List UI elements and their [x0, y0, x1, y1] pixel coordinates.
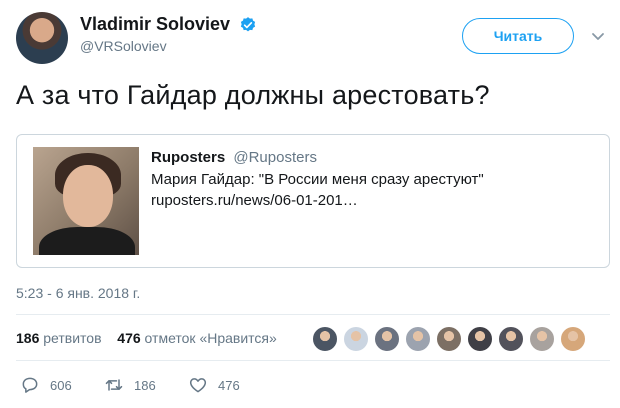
likes-label[interactable]: отметок «Нравится»: [145, 330, 277, 346]
reply-action[interactable]: 606: [20, 375, 72, 395]
quoted-tweet-image[interactable]: [33, 147, 139, 255]
liker-avatar[interactable]: [560, 326, 586, 352]
verified-badge-icon: [240, 16, 255, 31]
quoted-author-name[interactable]: Ruposters: [151, 149, 225, 166]
chevron-down-icon[interactable]: [590, 28, 606, 44]
like-action[interactable]: 476: [188, 375, 240, 395]
heart-icon[interactable]: [188, 375, 208, 395]
divider: [16, 314, 610, 315]
retweets-count[interactable]: 186: [16, 330, 39, 346]
divider: [16, 360, 610, 361]
retweet-count: 186: [134, 377, 156, 393]
author-display-name[interactable]: Vladimir Soloviev: [80, 14, 230, 35]
liker-avatar[interactable]: [343, 326, 369, 352]
follow-button[interactable]: Читать: [462, 18, 574, 54]
liker-avatar[interactable]: [467, 326, 493, 352]
like-count: 476: [218, 377, 240, 393]
engagement-stats: 186 ретвитов 476 отметок «Нравится»: [16, 330, 277, 346]
retweets-label[interactable]: ретвитов: [43, 330, 101, 346]
liker-avatar[interactable]: [405, 326, 431, 352]
quoted-tweet-link[interactable]: ruposters.ru/news/06-01-201…: [151, 192, 358, 209]
author-avatar[interactable]: [16, 12, 68, 64]
tweet-actions: 606 186 476: [0, 375, 620, 399]
likes-count[interactable]: 476: [117, 330, 140, 346]
author-name-block: Vladimir Soloviev @VRSoloviev: [80, 14, 257, 54]
liker-avatar[interactable]: [436, 326, 462, 352]
reply-icon[interactable]: [20, 375, 40, 395]
retweet-icon[interactable]: [104, 375, 124, 395]
tweet-timestamp[interactable]: 5:23 - 6 янв. 2018 г.: [16, 285, 140, 301]
quoted-tweet-header: Ruposters @Ruposters: [151, 149, 317, 166]
quoted-tweet-text: Мария Гайдар: "В России меня сразу арест…: [151, 171, 484, 188]
liker-avatar[interactable]: [312, 326, 338, 352]
quoted-tweet-card[interactable]: Ruposters @Ruposters Мария Гайдар: "В Ро…: [16, 134, 610, 268]
author-handle[interactable]: @VRSoloviev: [80, 38, 257, 54]
liker-avatar[interactable]: [529, 326, 555, 352]
tweet-text: А за что Гайдар должны арестовать?: [16, 80, 490, 110]
retweet-action[interactable]: 186: [104, 375, 156, 395]
quoted-author-handle[interactable]: @Ruposters: [233, 149, 317, 166]
liker-avatar[interactable]: [498, 326, 524, 352]
liker-avatar[interactable]: [374, 326, 400, 352]
reply-count: 606: [50, 377, 72, 393]
